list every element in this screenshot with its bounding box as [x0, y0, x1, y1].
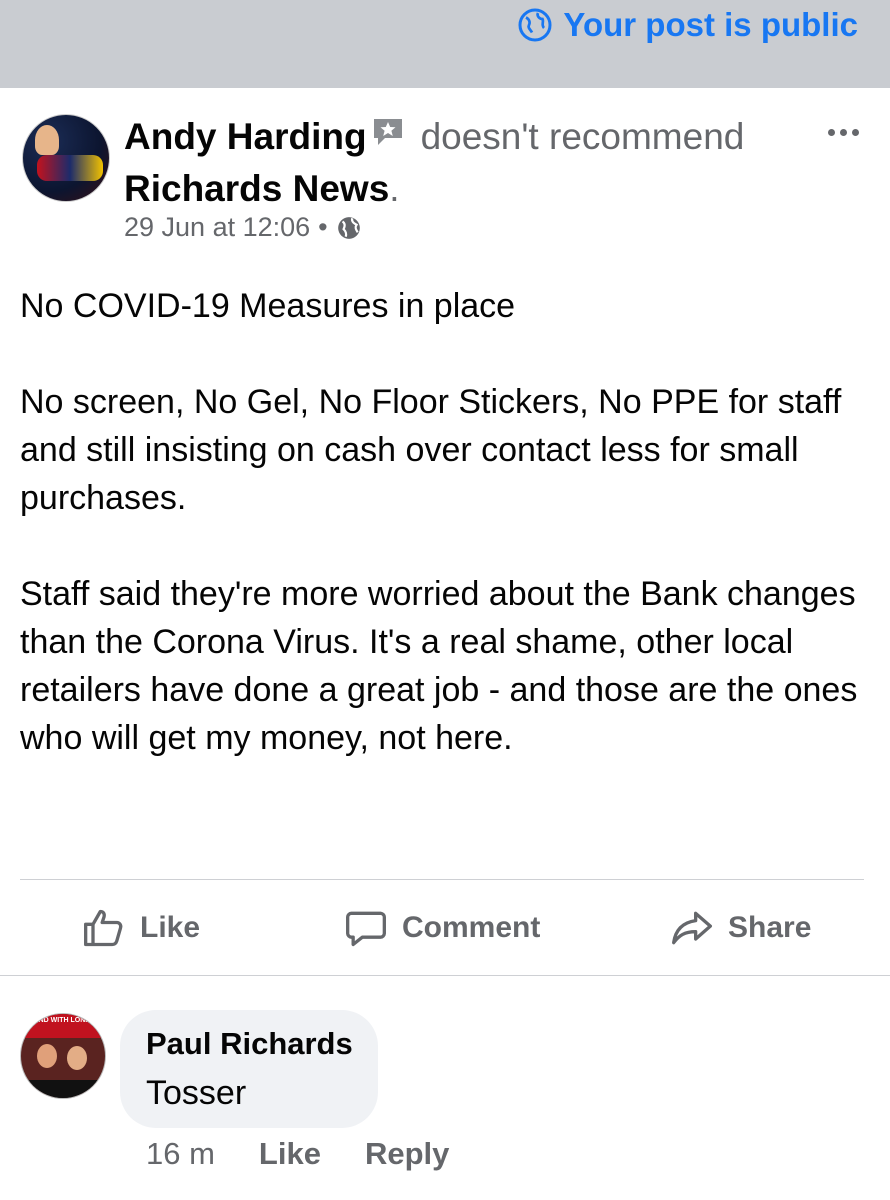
review-badge-icon: [371, 112, 405, 158]
comment-button[interactable]: Comment: [344, 906, 540, 950]
post-paragraph: No COVID-19 Measures in place: [20, 287, 516, 325]
more-options-button[interactable]: [818, 114, 868, 150]
globe-icon: [337, 216, 360, 239]
comment-label: Comment: [402, 911, 541, 944]
avatar-face: [37, 1044, 57, 1068]
comments-divider: [0, 975, 890, 976]
comment-like-button[interactable]: Like: [259, 1136, 321, 1172]
recommend-verb: doesn't recommend: [420, 115, 745, 157]
thumbs-up-icon: [84, 909, 123, 947]
post-text: No COVID-19 Measures in place No screen,…: [20, 282, 870, 810]
avatar-banner-text: STAND WITH LONDON: [21, 1014, 105, 1038]
more-dot: [827, 128, 835, 136]
avatar-person: [35, 125, 59, 155]
timestamp-text: 29 Jun at 12:06: [124, 212, 311, 242]
avatar-face: [67, 1046, 87, 1070]
comment-time[interactable]: 16 m: [146, 1136, 215, 1172]
like-label: Like: [140, 911, 201, 944]
public-notice-text: Your post is public: [563, 6, 858, 43]
commenter-avatar[interactable]: STAND WITH LONDON: [20, 1013, 106, 1099]
headline-period: .: [389, 168, 400, 209]
post-header: Andy Harding doesn't recommend Richards N…: [22, 112, 868, 262]
share-label: Share: [728, 911, 812, 944]
post-action-bar: Like Comment Share: [0, 880, 890, 976]
comment-reply-button[interactable]: Reply: [365, 1136, 449, 1172]
avatar-car: [37, 155, 103, 181]
comment-author[interactable]: Paul Richards: [146, 1026, 353, 1062]
post-headline: Andy Harding doesn't recommend Richards N…: [124, 112, 784, 212]
public-notice[interactable]: Your post is public: [517, 6, 858, 44]
avatar-skyline: [21, 1080, 105, 1098]
top-banner: Your post is public: [0, 0, 890, 88]
comment-icon: [346, 911, 386, 947]
post-paragraph: Staff said they're more worried about th…: [20, 575, 858, 757]
comment-bubble[interactable]: Paul Richards Tosser: [120, 1010, 378, 1128]
post-paragraph: No screen, No Gel, No Floor Stickers, No…: [20, 383, 842, 517]
share-arrow-icon: [672, 911, 712, 945]
comment-actions: 16 m Like Reply: [146, 1136, 449, 1172]
page-name[interactable]: Richards News: [124, 168, 389, 209]
timestamp-separator: •: [318, 212, 328, 242]
author-avatar[interactable]: [22, 114, 110, 202]
globe-icon: [518, 8, 552, 42]
post-timestamp[interactable]: 29 Jun at 12:06 •: [124, 212, 362, 243]
more-dot: [851, 128, 859, 136]
more-dot: [839, 128, 847, 136]
like-button[interactable]: Like: [82, 906, 200, 950]
comment-text: Tosser: [146, 1074, 247, 1112]
author-name[interactable]: Andy Harding: [124, 116, 367, 157]
share-button[interactable]: Share: [670, 906, 811, 950]
